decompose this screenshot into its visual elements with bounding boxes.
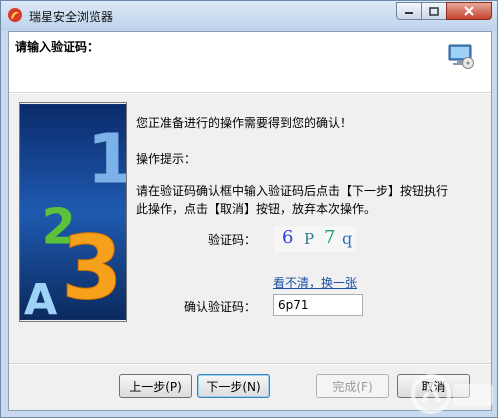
captcha-char: 7 [324, 227, 336, 248]
hint-line-2: 此操作，点击【取消】按钮，放弃本次操作。 [136, 202, 377, 216]
captcha-label: 验证码： [208, 233, 257, 247]
dialog-header: 请输入验证码： [9, 32, 491, 93]
maximize-icon [429, 6, 439, 16]
refresh-captcha-link[interactable]: 看不清，换一张 [273, 274, 357, 291]
confirm-captcha-label: 确认验证码： [184, 300, 257, 314]
computer-disc-icon [448, 44, 474, 69]
captcha-char: q [342, 229, 353, 248]
glyph-1: 1 [87, 120, 127, 200]
finish-button[interactable]: 完成(F) [316, 374, 389, 398]
captcha-input[interactable] [273, 294, 363, 316]
confirm-message: 您正准备进行的操作需要得到您的确认！ [136, 116, 353, 130]
app-logo-icon [8, 8, 22, 22]
hint-heading: 操作提示： [136, 152, 197, 166]
close-button[interactable] [446, 2, 492, 20]
header-title: 请输入验证码： [15, 40, 100, 54]
dialog-window: 瑞星安全浏览器 请输入验证码： 2 3 A 您正准备进行的操作需要得到您的确认！… [0, 0, 498, 418]
minimize-icon [405, 12, 413, 14]
hint-line-1: 请在验证码确认框中输入验证码后点击【下一步】按钮执行 [136, 184, 449, 198]
glyph-3: 3 [61, 216, 122, 319]
minimize-button[interactable] [396, 2, 422, 20]
maximize-button[interactable] [421, 2, 447, 20]
captcha-char: P [304, 230, 315, 248]
header-separator [9, 93, 491, 94]
watermark-logo [411, 374, 493, 414]
captcha-image: 6 P 7 q [274, 226, 356, 252]
dialog-body: 请输入验证码： 1 2 3 A [8, 31, 492, 411]
side-banner-image: 1 2 3 A [19, 102, 127, 322]
captcha-char: 6 [282, 227, 294, 248]
window-title: 瑞星安全浏览器 [29, 10, 114, 24]
prev-button[interactable]: 上一步(P) [119, 374, 192, 398]
title-bar[interactable]: 瑞星安全浏览器 [1, 1, 497, 31]
close-icon [464, 6, 474, 16]
next-button[interactable]: 下一步(N) [197, 374, 270, 398]
glyph-a: A [24, 275, 58, 322]
footer-divider-highlight [9, 364, 491, 365]
